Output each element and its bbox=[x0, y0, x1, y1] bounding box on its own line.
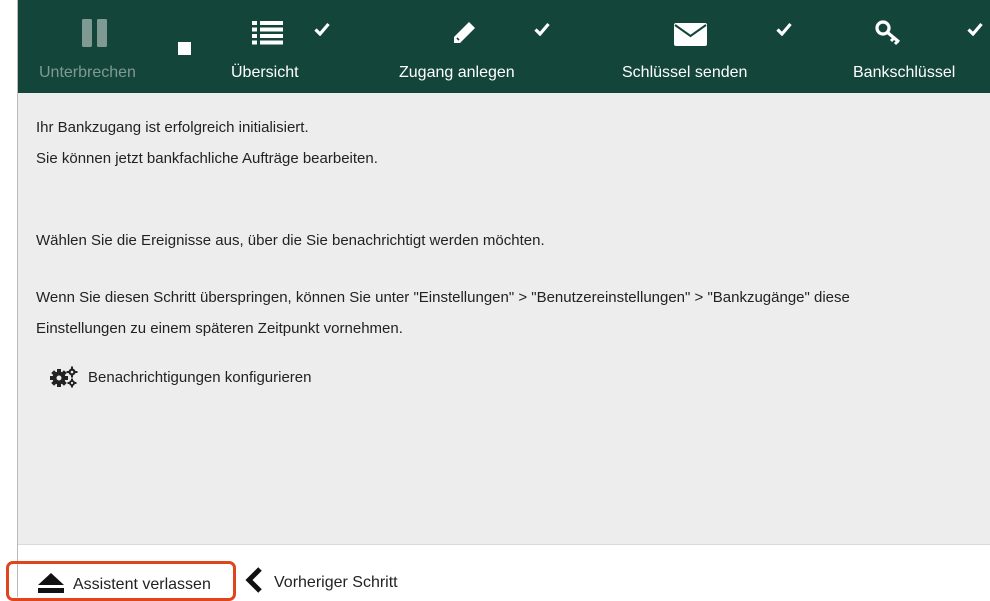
pencil-icon bbox=[454, 22, 475, 43]
envelope-icon bbox=[674, 23, 707, 46]
step-bank-keys[interactable]: Bankschlüssel bbox=[833, 0, 990, 93]
eject-icon bbox=[38, 573, 64, 593]
exit-wizard-label: Assistent verlassen bbox=[73, 576, 211, 593]
chevron-left-icon bbox=[245, 567, 262, 593]
check-icon bbox=[314, 22, 330, 36]
exit-wizard-button[interactable]: Assistent verlassen bbox=[6, 561, 236, 601]
check-icon bbox=[534, 22, 550, 36]
stop-icon bbox=[178, 42, 191, 55]
step-bank-keys-label: Bankschlüssel bbox=[853, 64, 956, 81]
previous-step-label: Vorheriger Schritt bbox=[274, 574, 398, 591]
step-send-keys-label: Schlüssel senden bbox=[622, 64, 748, 81]
wizard-toolbar: Unterbrechen Übersicht Zugang anlegen Sc… bbox=[18, 0, 990, 93]
check-icon bbox=[967, 22, 983, 36]
pause-icon bbox=[82, 19, 107, 47]
wizard-content: Ihr Bankzugang ist erfolgreich initialis… bbox=[18, 93, 990, 544]
footer-divider bbox=[18, 544, 990, 545]
notification-instruction: Wählen Sie die Ereignisse aus, über die … bbox=[36, 232, 545, 249]
step-create-access-label: Zugang anlegen bbox=[399, 64, 515, 81]
list-icon bbox=[252, 21, 283, 45]
step-overview[interactable]: Übersicht bbox=[218, 0, 368, 93]
configure-notifications-label: Benachrichtigungen konfigurieren bbox=[88, 369, 312, 386]
stop-button[interactable] bbox=[173, 0, 198, 93]
step-overview-label: Übersicht bbox=[231, 64, 299, 81]
skip-hint-line2: Einstellungen zu einem späteren Zeitpunk… bbox=[36, 320, 403, 337]
info-message: Sie können jetzt bankfachliche Aufträge … bbox=[36, 150, 378, 167]
key-icon bbox=[875, 20, 901, 46]
pause-button[interactable]: Unterbrechen bbox=[18, 0, 168, 93]
pause-label: Unterbrechen bbox=[39, 64, 136, 81]
check-icon bbox=[776, 22, 792, 36]
gears-icon bbox=[50, 366, 78, 388]
step-send-keys[interactable]: Schlüssel senden bbox=[610, 0, 792, 93]
skip-hint-line1: Wenn Sie diesen Schritt überspringen, kö… bbox=[36, 289, 850, 306]
step-create-access[interactable]: Zugang anlegen bbox=[380, 0, 550, 93]
success-message: Ihr Bankzugang ist erfolgreich initialis… bbox=[36, 119, 309, 136]
